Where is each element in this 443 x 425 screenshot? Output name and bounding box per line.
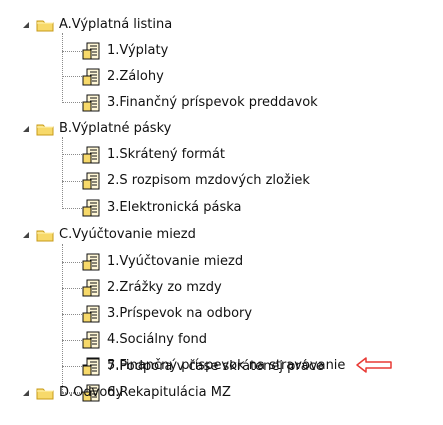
tree-report-a-3[interactable]: 3.Finančný príspevok preddavok xyxy=(82,92,318,113)
tree-connector-a-item-2 xyxy=(62,76,82,77)
expanded-triangle-icon[interactable] xyxy=(22,231,30,239)
tree-connector-b-item-3 xyxy=(62,208,82,209)
report-document-icon xyxy=(82,305,102,323)
tree-report-c-3[interactable]: 3.Príspevok na odbory xyxy=(82,303,252,324)
folder-icon xyxy=(36,228,54,242)
tree-connector-c-item-3 xyxy=(62,314,82,315)
tree-connector-a-item-1 xyxy=(62,51,82,52)
tree-report-a-1[interactable]: 1.Výplaty xyxy=(82,40,168,61)
tree-connector-b xyxy=(62,137,63,209)
tree-report-b-1[interactable]: 1.Skrátený formát xyxy=(82,144,225,165)
report-tree: A.Výplatná listina 1.Výplaty 2.Zálohy 3.… xyxy=(0,0,443,425)
folder-icon xyxy=(36,18,54,32)
tree-group-label: A.Výplatná listina xyxy=(59,17,173,32)
tree-report-label: 3.Elektronická páska xyxy=(107,200,242,215)
report-document-icon xyxy=(82,358,102,376)
report-document-icon xyxy=(82,279,102,297)
tree-connector-c-item-1 xyxy=(62,262,82,263)
tree-report-c-7[interactable]: 7.Podpora v čase skrátenej práce xyxy=(82,356,324,377)
report-document-icon xyxy=(82,253,102,271)
tree-report-label: 3.Finančný príspevok preddavok xyxy=(107,95,318,110)
tree-group-d[interactable]: D.Odvody xyxy=(22,382,123,403)
tree-report-a-2[interactable]: 2.Zálohy xyxy=(82,66,164,87)
tree-group-c[interactable]: C.Vyúčtovanie miezd xyxy=(22,224,196,245)
tree-group-label: C.Vyúčtovanie miezd xyxy=(59,227,196,242)
folder-icon xyxy=(36,386,54,400)
tree-group-label: B.Výplatné pásky xyxy=(59,121,172,136)
tree-report-label: 7.Podpora v čase skrátenej práce xyxy=(107,359,324,374)
tree-group-a[interactable]: A.Výplatná listina xyxy=(22,14,172,35)
tree-report-c-2[interactable]: 2.Zrážky zo mzdy xyxy=(82,277,222,298)
tree-report-label: 4.Sociálny fond xyxy=(107,332,208,347)
tree-report-label: 1.Výplaty xyxy=(107,43,169,58)
tree-report-label: 1.Vyúčtovanie miezd xyxy=(107,254,244,269)
tree-report-b-2[interactable]: 2.S rozpisom mzdových zložiek xyxy=(82,170,310,191)
tree-report-label: 2.S rozpisom mzdových zložiek xyxy=(107,173,310,188)
report-document-icon xyxy=(82,331,102,349)
tree-connector-b-item-2 xyxy=(62,181,82,182)
red-arrow-icon xyxy=(356,357,392,373)
tree-report-c-1[interactable]: 1.Vyúčtovanie miezd xyxy=(82,251,243,272)
expanded-triangle-icon[interactable] xyxy=(22,21,30,29)
tree-report-b-3[interactable]: 3.Elektronická páska xyxy=(82,197,242,218)
tree-group-b[interactable]: B.Výplatné pásky xyxy=(22,118,171,139)
folder-icon xyxy=(36,122,54,136)
report-document-icon xyxy=(82,146,102,164)
tree-connector-c-item-4 xyxy=(62,340,82,341)
expanded-triangle-icon[interactable] xyxy=(22,125,30,133)
report-document-icon xyxy=(82,199,102,217)
tree-connector-c-item-2 xyxy=(62,288,82,289)
tree-report-c-4[interactable]: 4.Sociálny fond xyxy=(82,329,207,350)
tree-report-label: 6.Rekapitulácia MZ xyxy=(107,385,231,400)
tree-connector-a xyxy=(62,33,63,103)
report-document-icon xyxy=(82,68,102,86)
report-document-icon xyxy=(82,172,102,190)
report-document-icon xyxy=(82,42,102,60)
tree-report-label: 3.Príspevok na odbory xyxy=(107,306,253,321)
tree-report-label: 1.Skrátený formát xyxy=(107,147,226,162)
tree-report-label: 2.Zrážky zo mzdy xyxy=(107,280,222,295)
tree-report-label: 2.Zálohy xyxy=(107,69,164,84)
tree-group-label: D.Odvody xyxy=(59,385,124,400)
expanded-triangle-icon[interactable] xyxy=(22,389,30,397)
tree-connector-b-item-1 xyxy=(62,154,82,155)
tree-connector-c-item-5 xyxy=(62,366,82,367)
tree-connector-a-item-3 xyxy=(62,102,82,103)
report-document-icon xyxy=(82,94,102,112)
tree-connector-c xyxy=(62,244,63,394)
